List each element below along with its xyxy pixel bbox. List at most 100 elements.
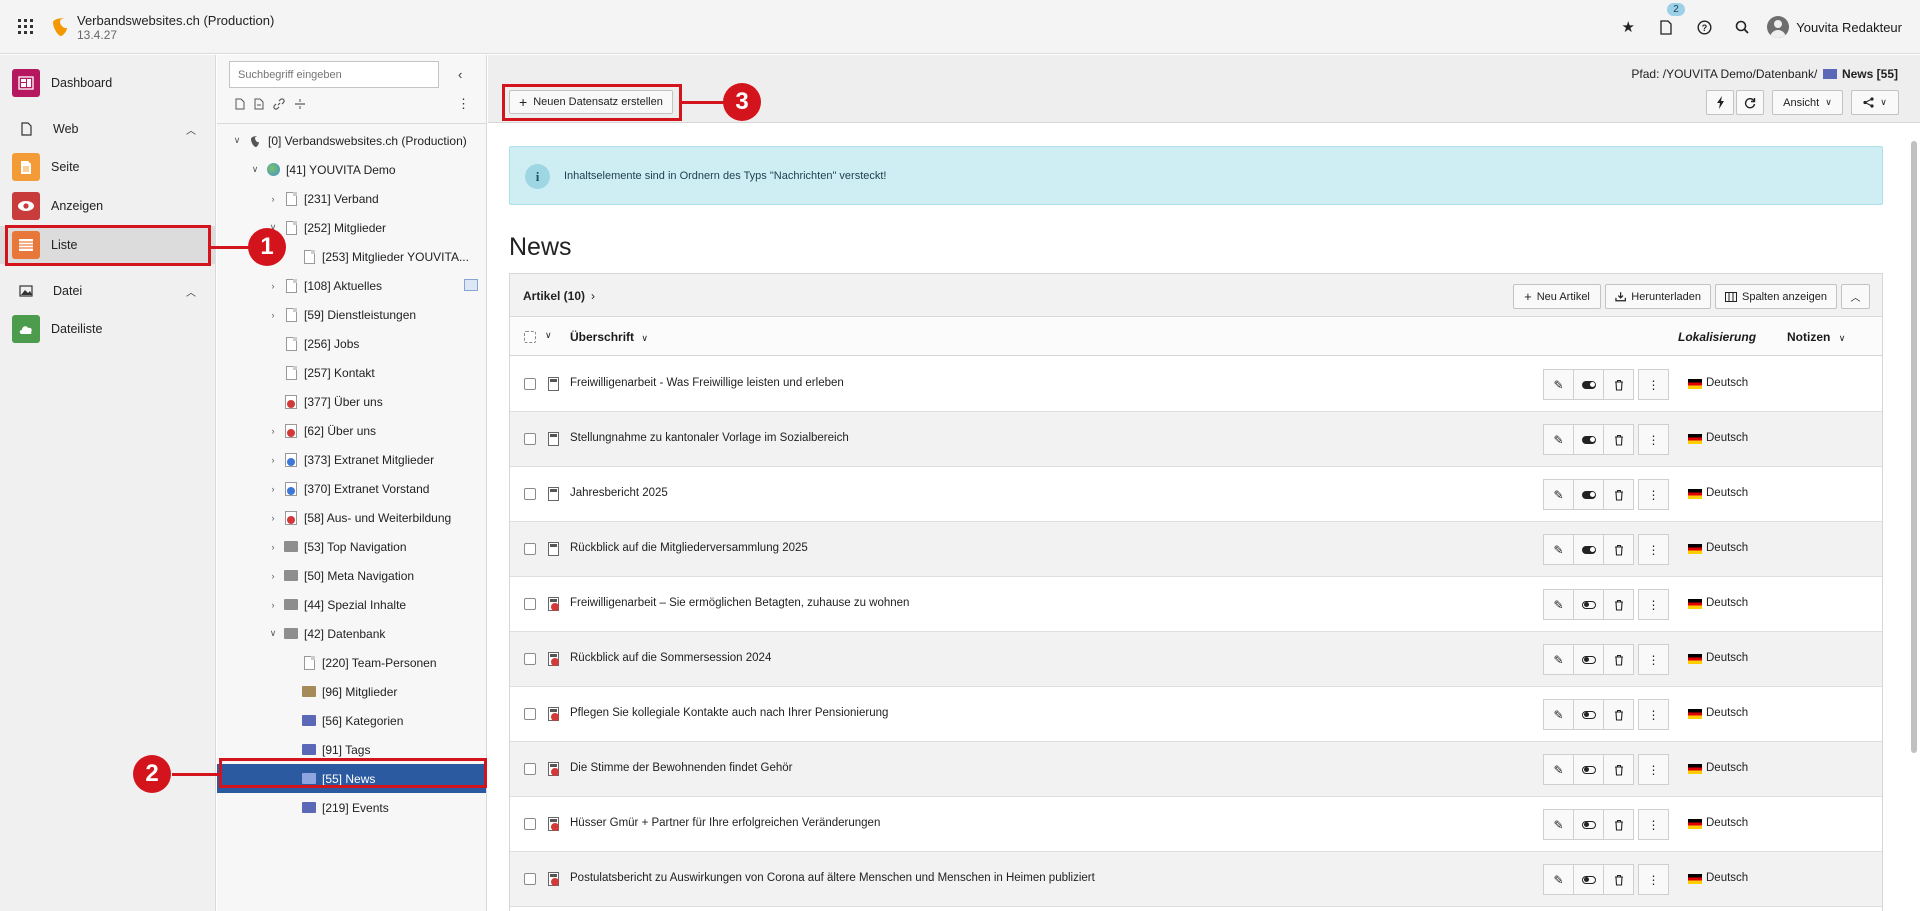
tree-node-meta-navigation[interactable]: › [50] Meta Navigation — [268, 561, 415, 590]
more-actions-button[interactable]: ⋮ — [1638, 699, 1669, 730]
module-group-web[interactable]: Web ︿ — [0, 114, 216, 144]
tree-node-aktuelles[interactable]: › [108] Aktuelles — [268, 271, 478, 300]
chevron-right-icon[interactable]: › — [268, 194, 278, 204]
row-checkbox[interactable] — [524, 378, 536, 390]
delete-button[interactable] — [1603, 589, 1634, 620]
more-options-icon[interactable]: ⋮ — [457, 96, 470, 112]
toggle-visibility-button[interactable] — [1573, 699, 1604, 730]
row-title[interactable]: Die Stimme der Bewohnenden findet Gehör — [570, 762, 792, 774]
toggle-visibility-button[interactable] — [1573, 424, 1604, 455]
view-dropdown[interactable]: Ansicht ∨ — [1772, 90, 1843, 115]
opendocs-icon[interactable]: 2 — [1647, 0, 1685, 54]
chevron-down-icon[interactable]: ∨ — [250, 164, 260, 175]
delete-button[interactable] — [1603, 809, 1634, 840]
tree-search-input[interactable] — [229, 61, 439, 88]
toggle-visibility-button[interactable] — [1573, 644, 1604, 675]
delete-button[interactable] — [1603, 644, 1634, 675]
chevron-down-icon[interactable]: ∨ — [232, 135, 242, 146]
user-menu[interactable]: Youvita Redakteur — [1761, 16, 1920, 38]
delete-button[interactable] — [1603, 754, 1634, 785]
table-row[interactable]: Jahresbericht 2025 ✎ ⋮ Deutsch — [510, 467, 1882, 522]
column-notes[interactable]: Notizen ∨ — [1787, 330, 1845, 344]
edit-button[interactable]: ✎ — [1543, 534, 1574, 565]
edit-button[interactable]: ✎ — [1543, 864, 1574, 895]
toggle-visibility-button[interactable] — [1573, 809, 1604, 840]
chevron-right-icon[interactable]: › — [268, 484, 278, 494]
tree-node-team-personen[interactable]: [220] Team-Personen — [286, 648, 437, 677]
table-row[interactable]: Postulatsbericht zu Auswirkungen von Cor… — [510, 852, 1882, 907]
bookmark-star-icon[interactable]: ★ — [1609, 0, 1647, 54]
tree-node-weiterbildung[interactable]: › [58] Aus- und Weiterbildung — [268, 503, 451, 532]
row-title[interactable]: Freiwilligenarbeit - Was Freiwillige lei… — [570, 377, 844, 389]
toggle-visibility-button[interactable] — [1573, 369, 1604, 400]
new-page-icon[interactable] — [235, 98, 245, 113]
more-actions-button[interactable]: ⋮ — [1638, 754, 1669, 785]
column-heading-ueberschrift[interactable]: Überschrift ∨ — [570, 330, 648, 344]
edit-button[interactable]: ✎ — [1543, 644, 1574, 675]
tree-node-ueber-uns-377[interactable]: [377] Über uns — [268, 387, 383, 416]
more-actions-button[interactable]: ⋮ — [1638, 479, 1669, 510]
module-anzeigen[interactable]: Anzeigen — [0, 187, 216, 225]
more-actions-button[interactable]: ⋮ — [1638, 424, 1669, 455]
edit-button[interactable]: ✎ — [1543, 754, 1574, 785]
table-row[interactable]: Die Stimme der Bewohnenden findet Gehör … — [510, 742, 1882, 797]
tree-node-spezial-inhalte[interactable]: › [44] Spezial Inhalte — [268, 590, 407, 619]
table-row[interactable]: Rückblick auf die Sommersession 2024 ✎ ⋮… — [510, 632, 1882, 687]
divider-icon[interactable] — [294, 98, 306, 113]
collapse-panel-button[interactable]: ︿ — [1841, 284, 1870, 309]
row-title[interactable]: Rückblick auf die Mitgliederversammlung … — [570, 542, 808, 554]
module-dashboard[interactable]: Dashboard — [0, 64, 216, 102]
chevron-right-icon[interactable]: › — [268, 542, 278, 552]
toggle-visibility-button[interactable] — [1573, 534, 1604, 565]
row-title[interactable]: Rückblick auf die Sommersession 2024 — [570, 652, 771, 664]
tree-node-youvita-demo[interactable]: ∨ [41] YOUVITA Demo — [250, 155, 396, 184]
app-grid-icon[interactable] — [18, 19, 33, 34]
module-seite[interactable]: Seite — [0, 148, 216, 186]
tree-node-dienstleistungen[interactable]: › [59] Dienstleistungen — [268, 300, 416, 329]
delete-button[interactable] — [1603, 369, 1634, 400]
tree-node-mitglieder-96[interactable]: [96] Mitglieder — [286, 677, 397, 706]
tree-node-mitglieder[interactable]: ∨ [252] Mitglieder — [268, 213, 386, 242]
toggle-visibility-button[interactable] — [1573, 864, 1604, 895]
delete-button[interactable] — [1603, 534, 1634, 565]
row-title[interactable]: Freiwilligenarbeit – Sie ermöglichen Bet… — [570, 597, 909, 609]
row-title[interactable]: Hüsser Gmür + Partner für Ihre erfolgrei… — [570, 817, 880, 829]
delete-button[interactable] — [1603, 479, 1634, 510]
chevron-right-icon[interactable]: › — [268, 426, 278, 436]
row-checkbox[interactable] — [524, 433, 536, 445]
more-actions-button[interactable]: ⋮ — [1638, 644, 1669, 675]
chevron-right-icon[interactable]: › — [268, 513, 278, 523]
edit-button[interactable]: ✎ — [1543, 424, 1574, 455]
delete-button[interactable] — [1603, 699, 1634, 730]
module-group-datei[interactable]: Datei ︿ — [0, 276, 216, 306]
row-title[interactable]: Postulatsbericht zu Auswirkungen von Cor… — [570, 872, 1095, 884]
more-actions-button[interactable]: ⋮ — [1638, 534, 1669, 565]
tree-node-datenbank[interactable]: ∨ [42] Datenbank — [268, 619, 386, 648]
edit-button[interactable]: ✎ — [1543, 809, 1574, 840]
tree-node-kontakt[interactable]: [257] Kontakt — [268, 358, 375, 387]
edit-button[interactable]: ✎ — [1543, 369, 1574, 400]
tree-node-kategorien[interactable]: [56] Kategorien — [286, 706, 403, 735]
table-row[interactable]: Hüsser Gmür + Partner für Ihre erfolgrei… — [510, 797, 1882, 852]
row-checkbox[interactable] — [524, 488, 536, 500]
show-columns-button[interactable]: Spalten anzeigen — [1715, 284, 1837, 309]
search-icon[interactable] — [1723, 0, 1761, 54]
tree-node-ueber-uns-62[interactable]: › [62] Über uns — [268, 416, 376, 445]
tree-node-top-navigation[interactable]: › [53] Top Navigation — [268, 532, 407, 561]
edit-button[interactable]: ✎ — [1543, 699, 1574, 730]
table-row[interactable]: Freiwilligenarbeit - Was Freiwillige lei… — [510, 357, 1882, 412]
chevron-right-icon[interactable]: › — [268, 281, 278, 291]
edit-button[interactable]: ✎ — [1543, 479, 1574, 510]
toggle-visibility-button[interactable] — [1573, 479, 1604, 510]
more-actions-button[interactable]: ⋮ — [1638, 369, 1669, 400]
reload-button[interactable] — [1736, 90, 1764, 115]
help-icon[interactable]: ? — [1685, 0, 1723, 54]
download-button[interactable]: Herunterladen — [1605, 284, 1711, 309]
link-icon[interactable] — [273, 98, 285, 113]
row-checkbox[interactable] — [524, 873, 536, 885]
more-actions-button[interactable]: ⋮ — [1638, 864, 1669, 895]
module-dateiliste[interactable]: Dateiliste — [0, 310, 216, 348]
tree-node-mitglieder-youvita[interactable]: [253] Mitglieder YOUVITA... — [286, 242, 469, 271]
row-title[interactable]: Stellungnahme zu kantonaler Vorlage im S… — [570, 432, 849, 444]
collapse-tree-icon[interactable]: ‹ — [458, 67, 462, 82]
